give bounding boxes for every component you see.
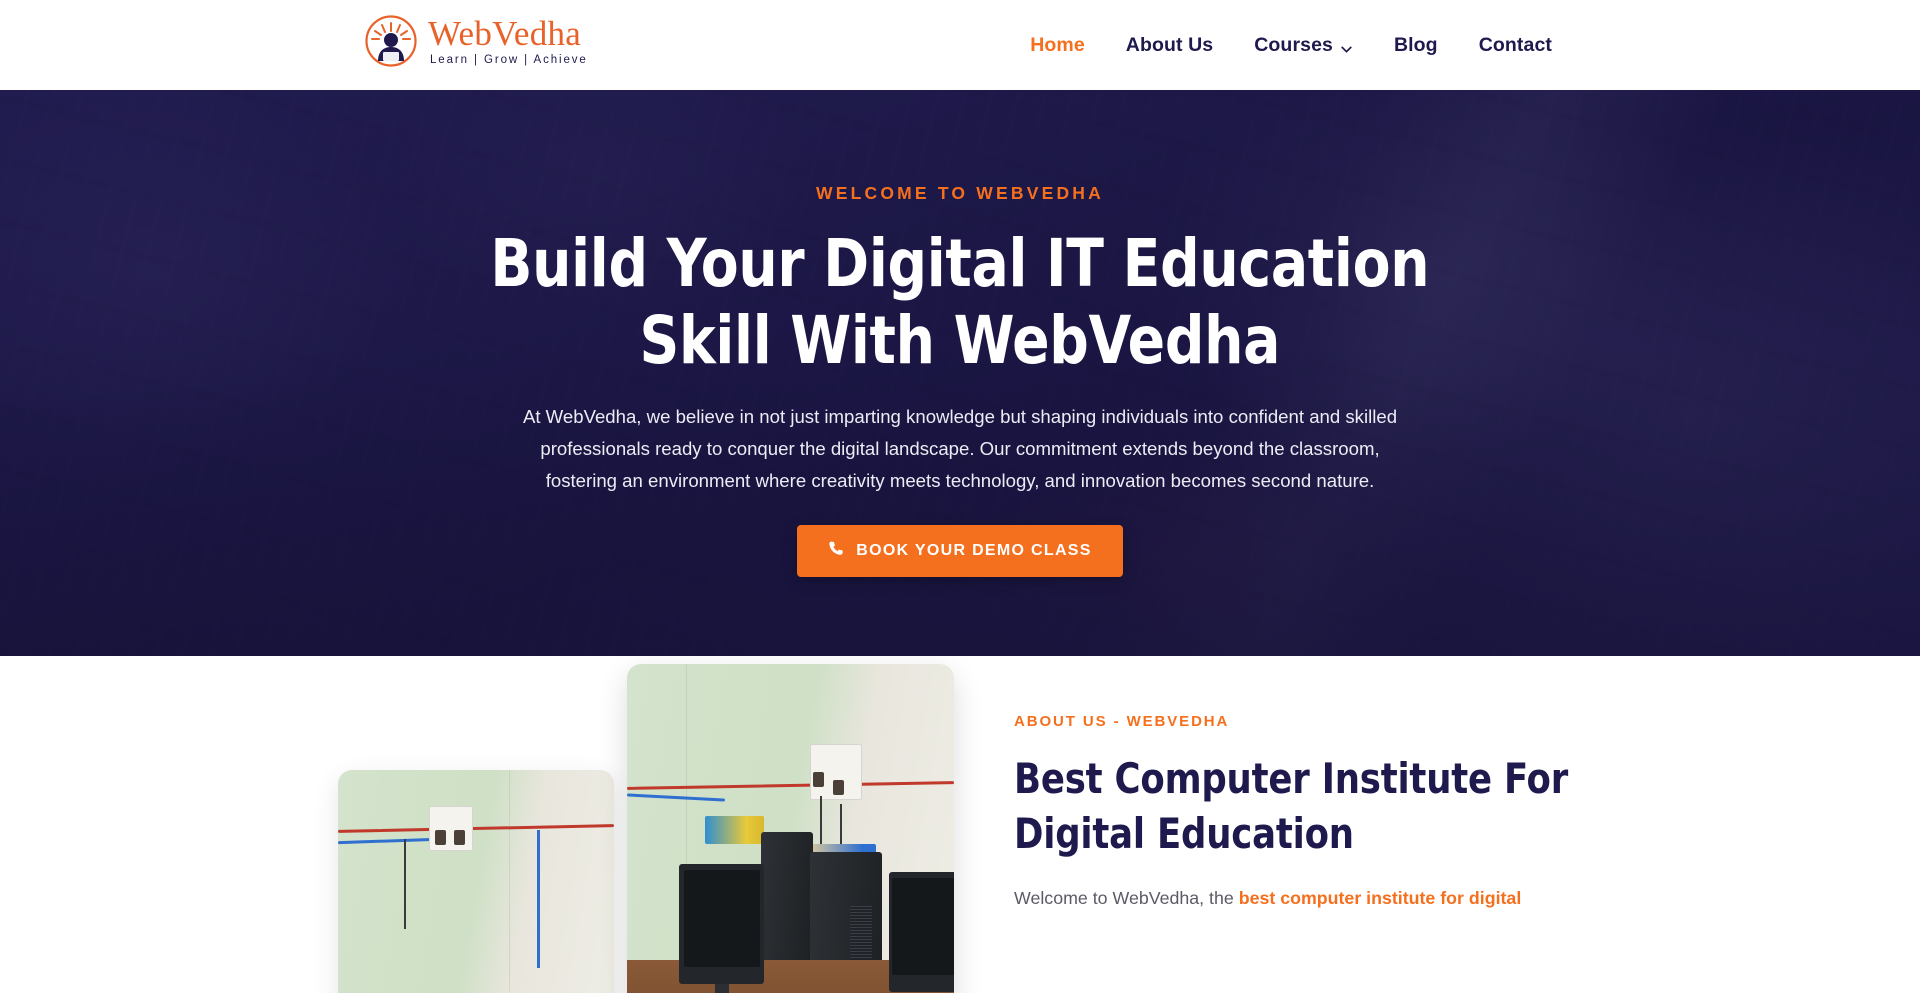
phone-icon: [828, 540, 845, 562]
about-text-block: ABOUT US - WEBVEDHA Best Computer Instit…: [1014, 656, 1634, 912]
logo-title: WebVedha: [428, 14, 582, 53]
hero-section: WELCOME TO WEBVEDHA Build Your Digital I…: [0, 90, 1920, 656]
nav-item-contact[interactable]: Contact: [1479, 34, 1552, 57]
computer-lab-photo-front: [627, 664, 954, 993]
nav-item-contact-label: Contact: [1478, 33, 1552, 56]
nav-item-blog[interactable]: Blog: [1394, 34, 1438, 57]
site-logo[interactable]: WebVedha Learn | Grow | Achieve: [364, 14, 588, 68]
nav-item-home[interactable]: Home: [1030, 34, 1085, 57]
about-eyebrow: ABOUT US - WEBVEDHA: [1014, 713, 1230, 730]
nav-item-courses-label: Courses: [1254, 33, 1333, 56]
about-body-text: Welcome to WebVedha, the best computer i…: [1014, 884, 1524, 913]
nav-item-blog-label: Blog: [1393, 33, 1438, 56]
main-navigation: Home About Us Courses Blog Contact: [1030, 0, 1552, 90]
about-title: Best Computer Institute For Digital Educ…: [1014, 752, 1603, 862]
nav-item-courses[interactable]: Courses: [1254, 34, 1353, 57]
hero-title-line-2: Skill With WebVedha: [639, 301, 1281, 379]
about-title-line-2: Digital Education: [1014, 808, 1354, 858]
chevron-down-icon: [1340, 39, 1353, 53]
about-section: ABOUT US - WEBVEDHA Best Computer Instit…: [0, 656, 1920, 993]
hero-title: Build Your Digital IT Education Skill Wi…: [490, 225, 1430, 379]
hero-subtitle: At WebVedha, we believe in not just impa…: [522, 406, 1398, 492]
nav-item-about-us-label: About Us: [1125, 33, 1214, 56]
about-images: [0, 656, 960, 993]
sunrise-person-laptop-icon: [364, 14, 418, 68]
hero-title-line-1: Build Your Digital IT Education: [490, 225, 1430, 302]
about-title-line-1: Best Computer Institute For: [1014, 754, 1569, 803]
site-header: WebVedha Learn | Grow | Achieve Home Abo…: [0, 0, 1920, 90]
computer-lab-photo-back: [338, 770, 614, 993]
hero-eyebrow: WELCOME TO WEBVEDHA: [816, 183, 1104, 203]
nav-item-about-us[interactable]: About Us: [1126, 34, 1213, 57]
book-demo-class-button[interactable]: BOOK YOUR DEMO CLASS: [797, 525, 1123, 577]
nav-item-home-label: Home: [1030, 33, 1085, 56]
about-body-highlight: best computer institute for digital: [1238, 887, 1522, 908]
logo-tagline: Learn | Grow | Achieve: [430, 54, 588, 66]
about-body-plain: Welcome to WebVedha, the: [1014, 887, 1239, 908]
book-demo-class-label: BOOK YOUR DEMO CLASS: [856, 542, 1092, 559]
